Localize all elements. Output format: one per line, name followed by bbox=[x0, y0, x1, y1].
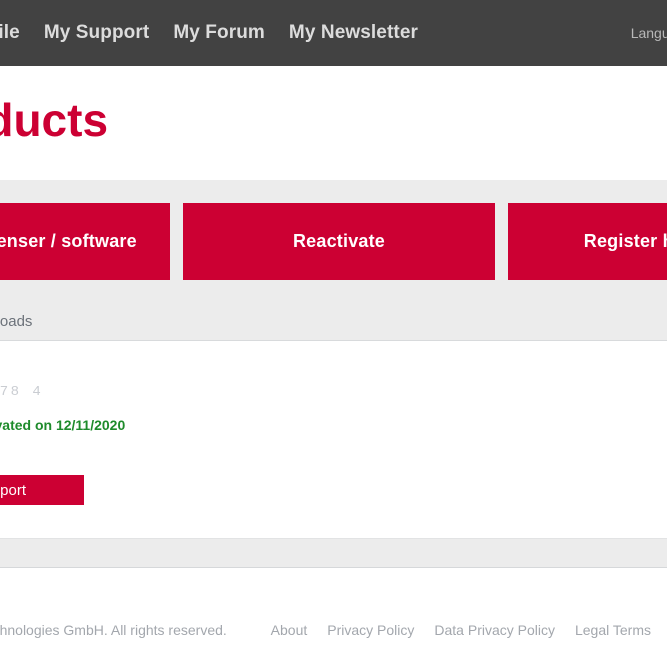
footer-link-about[interactable]: About bbox=[271, 622, 308, 638]
tab-list: Licensers Downloads bbox=[0, 302, 32, 340]
product-detail-content: Cubase Pro 11 Licenser 1 0078 4 Status: … bbox=[0, 341, 667, 505]
nav-item-my-forum[interactable]: My Forum bbox=[173, 0, 265, 66]
footer-link-legal-terms[interactable]: Legal Terms bbox=[575, 622, 651, 638]
page-title-area: My Products bbox=[0, 66, 667, 180]
product-status-row: Status: Product activated on 12/11/2020 bbox=[0, 400, 667, 433]
action-button-row: Register Licenser / software Reactivate … bbox=[0, 203, 667, 280]
page-root: My Profile My Support My Forum My Newsle… bbox=[0, 0, 667, 667]
top-nav-items: My Profile My Support My Forum My Newsle… bbox=[0, 0, 418, 66]
top-navigation-bar: My Profile My Support My Forum My Newsle… bbox=[0, 0, 667, 66]
status-badge: Product activated on 12/11/2020 bbox=[0, 417, 126, 433]
nav-item-my-support[interactable]: My Support bbox=[44, 0, 150, 66]
register-hardware-button[interactable]: Register hardware bbox=[508, 203, 667, 280]
footer-content: © Steinberg Media Technologies GmbH. All… bbox=[0, 569, 667, 667]
product-serial-number: Licenser 1 0078 4 bbox=[0, 384, 44, 400]
footer-link-data-privacy-policy[interactable]: Data Privacy Policy bbox=[434, 622, 555, 638]
sub-footer-band bbox=[0, 538, 667, 568]
nav-item-my-newsletter[interactable]: My Newsletter bbox=[289, 0, 418, 66]
nav-item-my-profile[interactable]: My Profile bbox=[0, 0, 20, 66]
footer-link-privacy-policy[interactable]: Privacy Policy bbox=[327, 622, 414, 638]
register-licenser-software-button[interactable]: Register Licenser / software bbox=[0, 203, 170, 280]
page-title: My Products bbox=[0, 94, 109, 146]
top-nav-right: Language bbox=[631, 0, 667, 66]
footer-copyright: © Steinberg Media Technologies GmbH. All… bbox=[0, 622, 227, 638]
request-support-button[interactable]: Request support bbox=[0, 475, 84, 505]
tab-downloads[interactable]: Downloads bbox=[0, 313, 32, 330]
product-detail-panel: Cubase Pro 11 Licenser 1 0078 4 Status: … bbox=[0, 341, 667, 538]
product-name: Cubase Pro 11 bbox=[0, 341, 667, 375]
page-footer: © Steinberg Media Technologies GmbH. All… bbox=[0, 569, 667, 667]
tab-strip: Licensers Downloads bbox=[0, 302, 667, 340]
footer-link-list: About Privacy Policy Data Privacy Policy… bbox=[271, 622, 651, 638]
language-selector[interactable]: Language bbox=[631, 25, 667, 41]
reactivate-button[interactable]: Reactivate bbox=[183, 203, 495, 280]
